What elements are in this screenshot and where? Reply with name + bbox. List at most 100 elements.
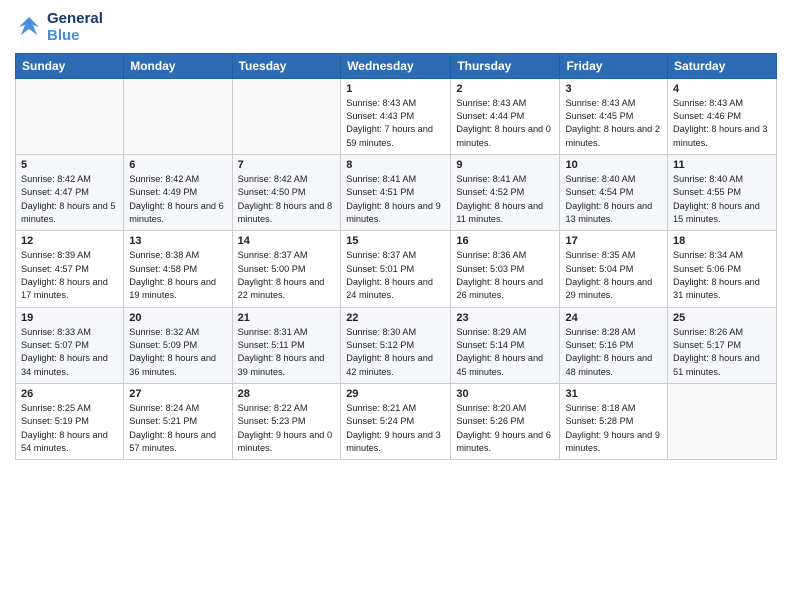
calendar-cell: 1 Sunrise: 8:43 AM Sunset: 4:43 PM Daylig… xyxy=(341,78,451,154)
day-number: 10 xyxy=(565,159,662,171)
calendar-cell: 19 Sunrise: 8:33 AM Sunset: 5:07 PM Dayli… xyxy=(16,307,124,383)
day-info: Sunrise: 8:34 AM Sunset: 5:06 PM Dayligh… xyxy=(673,249,771,302)
calendar-cell: 10 Sunrise: 8:40 AM Sunset: 4:54 PM Dayli… xyxy=(560,154,668,230)
day-number: 2 xyxy=(456,83,554,95)
calendar-cell: 13 Sunrise: 8:38 AM Sunset: 4:58 PM Dayli… xyxy=(124,231,232,307)
day-info: Sunrise: 8:37 AM Sunset: 5:01 PM Dayligh… xyxy=(346,249,445,302)
day-number: 4 xyxy=(673,83,771,95)
day-info: Sunrise: 8:28 AM Sunset: 5:16 PM Dayligh… xyxy=(565,326,662,379)
calendar-cell: 25Sunrise: 8:26 AM Sunset: 5:17 PM Dayli… xyxy=(668,307,777,383)
calendar-cell: 22Sunrise: 8:30 AM Sunset: 5:12 PM Dayli… xyxy=(341,307,451,383)
calendar-cell: 30 Sunrise: 8:20 AM Sunset: 5:26 PM Dayli… xyxy=(451,384,560,460)
calendar-week-row: 1 Sunrise: 8:43 AM Sunset: 4:43 PM Daylig… xyxy=(16,78,777,154)
calendar-cell: 15 Sunrise: 8:37 AM Sunset: 5:01 PM Dayli… xyxy=(341,231,451,307)
day-number: 9 xyxy=(456,159,554,171)
day-number: 16 xyxy=(456,235,554,247)
day-info: Sunrise: 8:43 AM Sunset: 4:43 PM Dayligh… xyxy=(346,97,445,150)
day-of-week-header: Thursday xyxy=(451,53,560,78)
day-of-week-header: Tuesday xyxy=(232,53,341,78)
calendar-cell: 2 Sunrise: 8:43 AM Sunset: 4:44 PM Daylig… xyxy=(451,78,560,154)
day-number: 12 xyxy=(21,235,118,247)
day-number: 7 xyxy=(238,159,336,171)
day-number: 31 xyxy=(565,388,662,400)
day-info: Sunrise: 8:22 AM Sunset: 5:23 PM Dayligh… xyxy=(238,402,336,455)
day-number: 17 xyxy=(565,235,662,247)
calendar-cell: 4 Sunrise: 8:43 AM Sunset: 4:46 PM Daylig… xyxy=(668,78,777,154)
day-number: 1 xyxy=(346,83,445,95)
day-number: 26 xyxy=(21,388,118,400)
day-info: Sunrise: 8:29 AM Sunset: 5:14 PM Dayligh… xyxy=(456,326,554,379)
calendar-cell: 12Sunrise: 8:39 AM Sunset: 4:57 PM Dayli… xyxy=(16,231,124,307)
calendar-cell: 7Sunrise: 8:42 AM Sunset: 4:50 PM Daylig… xyxy=(232,154,341,230)
day-number: 15 xyxy=(346,235,445,247)
day-info: Sunrise: 8:32 AM Sunset: 5:09 PM Dayligh… xyxy=(129,326,226,379)
calendar-cell: 9 Sunrise: 8:41 AM Sunset: 4:52 PM Daylig… xyxy=(451,154,560,230)
day-info: Sunrise: 8:43 AM Sunset: 4:46 PM Dayligh… xyxy=(673,97,771,150)
day-number: 30 xyxy=(456,388,554,400)
calendar-week-row: 26 Sunrise: 8:25 AM Sunset: 5:19 PM Dayli… xyxy=(16,384,777,460)
day-info: Sunrise: 8:42 AM Sunset: 4:47 PM Dayligh… xyxy=(21,173,118,226)
calendar-cell: 24Sunrise: 8:28 AM Sunset: 5:16 PM Dayli… xyxy=(560,307,668,383)
day-number: 8 xyxy=(346,159,445,171)
day-number: 28 xyxy=(238,388,336,400)
day-number: 29 xyxy=(346,388,445,400)
day-number: 11 xyxy=(673,159,771,171)
day-info: Sunrise: 8:18 AM Sunset: 5:28 PM Dayligh… xyxy=(565,402,662,455)
calendar-cell: 29 Sunrise: 8:21 AM Sunset: 5:24 PM Dayli… xyxy=(341,384,451,460)
logo-icon xyxy=(15,13,43,41)
calendar-cell: 14 Sunrise: 8:37 AM Sunset: 5:00 PM Dayli… xyxy=(232,231,341,307)
calendar-cell: 6Sunrise: 8:42 AM Sunset: 4:49 PM Daylig… xyxy=(124,154,232,230)
day-number: 19 xyxy=(21,312,118,324)
calendar-header-row: SundayMondayTuesdayWednesdayThursdayFrid… xyxy=(16,53,777,78)
day-info: Sunrise: 8:40 AM Sunset: 4:54 PM Dayligh… xyxy=(565,173,662,226)
day-info: Sunrise: 8:20 AM Sunset: 5:26 PM Dayligh… xyxy=(456,402,554,455)
calendar-cell: 27Sunrise: 8:24 AM Sunset: 5:21 PM Dayli… xyxy=(124,384,232,460)
calendar-cell: 31 Sunrise: 8:18 AM Sunset: 5:28 PM Dayli… xyxy=(560,384,668,460)
calendar-week-row: 5 Sunrise: 8:42 AM Sunset: 4:47 PM Daylig… xyxy=(16,154,777,230)
day-number: 3 xyxy=(565,83,662,95)
day-number: 5 xyxy=(21,159,118,171)
day-info: Sunrise: 8:42 AM Sunset: 4:49 PM Dayligh… xyxy=(129,173,226,226)
day-number: 22 xyxy=(346,312,445,324)
day-info: Sunrise: 8:43 AM Sunset: 4:44 PM Dayligh… xyxy=(456,97,554,150)
calendar-cell: 16 Sunrise: 8:36 AM Sunset: 5:03 PM Dayli… xyxy=(451,231,560,307)
header: General Blue xyxy=(15,10,777,45)
logo-text: General Blue xyxy=(47,10,103,45)
day-info: Sunrise: 8:38 AM Sunset: 4:58 PM Dayligh… xyxy=(129,249,226,302)
day-info: Sunrise: 8:25 AM Sunset: 5:19 PM Dayligh… xyxy=(21,402,118,455)
day-info: Sunrise: 8:31 AM Sunset: 5:11 PM Dayligh… xyxy=(238,326,336,379)
calendar-table: SundayMondayTuesdayWednesdayThursdayFrid… xyxy=(15,53,777,461)
day-info: Sunrise: 8:41 AM Sunset: 4:51 PM Dayligh… xyxy=(346,173,445,226)
calendar-week-row: 19 Sunrise: 8:33 AM Sunset: 5:07 PM Dayli… xyxy=(16,307,777,383)
day-number: 13 xyxy=(129,235,226,247)
calendar-cell xyxy=(16,78,124,154)
day-info: Sunrise: 8:41 AM Sunset: 4:52 PM Dayligh… xyxy=(456,173,554,226)
day-of-week-header: Sunday xyxy=(16,53,124,78)
calendar-cell: 5 Sunrise: 8:42 AM Sunset: 4:47 PM Daylig… xyxy=(16,154,124,230)
calendar-cell: 26 Sunrise: 8:25 AM Sunset: 5:19 PM Dayli… xyxy=(16,384,124,460)
day-info: Sunrise: 8:26 AM Sunset: 5:17 PM Dayligh… xyxy=(673,326,771,379)
day-info: Sunrise: 8:21 AM Sunset: 5:24 PM Dayligh… xyxy=(346,402,445,455)
logo: General Blue xyxy=(15,10,103,45)
day-number: 20 xyxy=(129,312,226,324)
day-of-week-header: Friday xyxy=(560,53,668,78)
calendar-cell xyxy=(232,78,341,154)
calendar-cell xyxy=(668,384,777,460)
calendar-cell: 17Sunrise: 8:35 AM Sunset: 5:04 PM Dayli… xyxy=(560,231,668,307)
day-number: 14 xyxy=(238,235,336,247)
day-info: Sunrise: 8:40 AM Sunset: 4:55 PM Dayligh… xyxy=(673,173,771,226)
day-info: Sunrise: 8:37 AM Sunset: 5:00 PM Dayligh… xyxy=(238,249,336,302)
calendar-cell: 11 Sunrise: 8:40 AM Sunset: 4:55 PM Dayli… xyxy=(668,154,777,230)
calendar-cell xyxy=(124,78,232,154)
day-info: Sunrise: 8:36 AM Sunset: 5:03 PM Dayligh… xyxy=(456,249,554,302)
calendar-cell: 8 Sunrise: 8:41 AM Sunset: 4:51 PM Daylig… xyxy=(341,154,451,230)
day-of-week-header: Monday xyxy=(124,53,232,78)
day-number: 21 xyxy=(238,312,336,324)
calendar-cell: 21 Sunrise: 8:31 AM Sunset: 5:11 PM Dayli… xyxy=(232,307,341,383)
day-info: Sunrise: 8:24 AM Sunset: 5:21 PM Dayligh… xyxy=(129,402,226,455)
calendar-cell: 28 Sunrise: 8:22 AM Sunset: 5:23 PM Dayli… xyxy=(232,384,341,460)
day-info: Sunrise: 8:33 AM Sunset: 5:07 PM Dayligh… xyxy=(21,326,118,379)
calendar-cell: 18Sunrise: 8:34 AM Sunset: 5:06 PM Dayli… xyxy=(668,231,777,307)
page: General Blue SundayMondayTuesdayWednesda… xyxy=(0,0,792,475)
calendar-week-row: 12Sunrise: 8:39 AM Sunset: 4:57 PM Dayli… xyxy=(16,231,777,307)
